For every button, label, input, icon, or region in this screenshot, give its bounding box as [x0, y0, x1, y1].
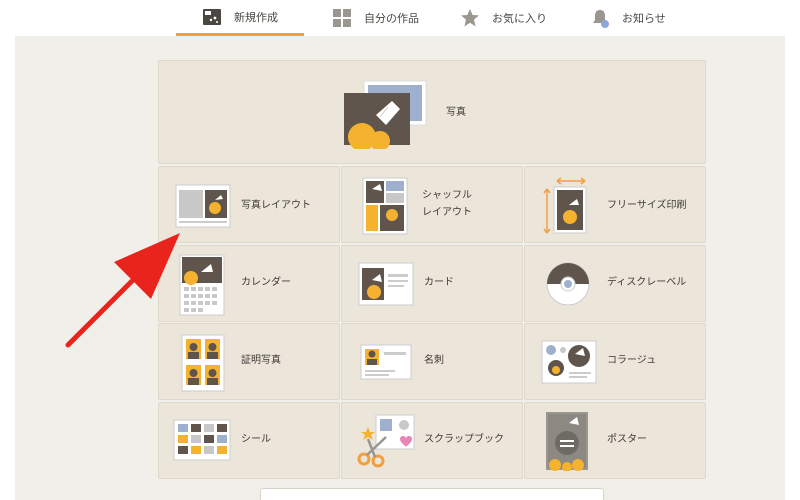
- scrapbook-thumbnail-icon: [357, 414, 415, 468]
- tab-my-works[interactable]: 自分の作品: [332, 0, 442, 36]
- menu-card-poster-label: ポスター: [607, 434, 647, 445]
- menu-card-scrapbook-label: スクラップブック: [424, 434, 504, 445]
- tab-new-create[interactable]: 新規作成: [176, 0, 304, 36]
- shuffle-layout-thumbnail-icon: [362, 177, 408, 235]
- menu-card-scrapbook[interactable]: スクラップブック: [341, 402, 523, 479]
- tab-my-works-label: 自分の作品: [364, 12, 419, 25]
- menu-card-business-card-label: 名刺: [424, 355, 444, 366]
- disc-thumbnail-icon: [546, 262, 590, 306]
- tab-notifications[interactable]: お知らせ: [590, 0, 700, 36]
- menu-card-shuffle-layout-label-1: シャッフル: [422, 190, 472, 201]
- grid-icon: [332, 8, 352, 28]
- bell-icon: [590, 8, 610, 28]
- menu-card-poster[interactable]: ポスター: [524, 402, 706, 479]
- sticker-thumbnail-icon: [173, 419, 231, 461]
- menu-card-photo-label: 写真: [446, 107, 466, 118]
- menu-card-disc-label-label: ディスクレーベル: [607, 277, 687, 288]
- menu-card-id-photo-label: 証明写真: [241, 355, 281, 366]
- new-create-icon: [202, 7, 222, 27]
- id-photo-thumbnail-icon: [181, 334, 225, 392]
- collage-thumbnail-icon: [541, 340, 597, 384]
- menu-card-card-label: カード: [424, 277, 454, 288]
- calendar-thumbnail-icon: [179, 254, 225, 316]
- menu-card-shuffle-layout-label-2: レイアウト: [422, 207, 472, 218]
- menu-card-free-size[interactable]: フリーサイズ印刷: [524, 166, 706, 243]
- tab-favorites[interactable]: お気に入り: [460, 0, 570, 36]
- menu-card-free-size-label: フリーサイズ印刷: [607, 200, 687, 211]
- menu-card-collage-label: コラージュ: [607, 355, 657, 366]
- menu-card-business-card[interactable]: 名刺: [341, 323, 523, 400]
- menu-card-collage[interactable]: コラージュ: [524, 323, 706, 400]
- card-thumbnail-icon: [358, 262, 414, 306]
- menu-card-photo[interactable]: 写真: [158, 60, 706, 164]
- menu-card-sticker[interactable]: シール: [158, 402, 340, 479]
- menu-card-id-photo[interactable]: 証明写真: [158, 323, 340, 400]
- menu-card-calendar-label: カレンダー: [241, 277, 291, 288]
- menu-card-sticker-label: シール: [241, 434, 271, 445]
- bottom-button[interactable]: [260, 488, 604, 500]
- menu-card-card[interactable]: カード: [341, 245, 523, 322]
- menu-card-calendar[interactable]: カレンダー: [158, 245, 340, 322]
- menu-card-shuffle-layout[interactable]: シャッフル レイアウト: [341, 166, 523, 243]
- tab-notifications-label: お知らせ: [622, 12, 666, 25]
- tab-favorites-label: お気に入り: [492, 12, 547, 25]
- photo-thumbnail-icon: [344, 80, 427, 149]
- menu-card-photo-layout[interactable]: 写真レイアウト: [158, 166, 340, 243]
- poster-thumbnail-icon: [546, 412, 588, 471]
- business-card-thumbnail-icon: [360, 344, 412, 380]
- tab-new-create-label: 新規作成: [234, 10, 278, 24]
- photo-layout-thumbnail-icon: [175, 184, 231, 228]
- star-icon: [460, 8, 480, 28]
- free-size-thumbnail-icon: [543, 177, 587, 234]
- menu-card-disc-label[interactable]: ディスクレーベル: [524, 245, 706, 322]
- top-navigation: 新規作成 自分の作品 お気に入り お知らせ: [0, 0, 800, 36]
- menu-card-photo-layout-label: 写真レイアウト: [241, 200, 311, 211]
